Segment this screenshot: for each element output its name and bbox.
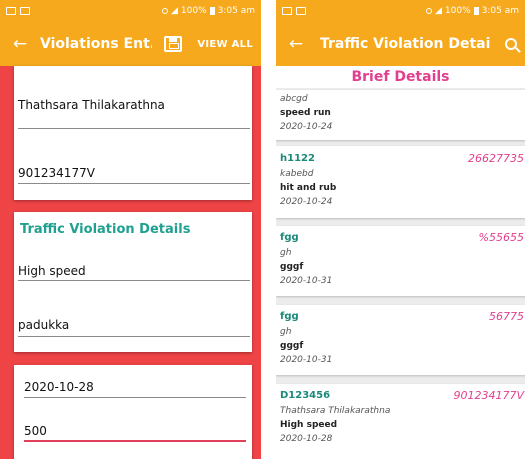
battery-percent: 100% bbox=[444, 6, 471, 16]
battery-icon bbox=[473, 7, 479, 15]
violation-underline bbox=[18, 280, 250, 281]
image-icon bbox=[296, 7, 306, 15]
list-item[interactable]: fgg %55655 gh gggf 2020-10-31 bbox=[276, 226, 525, 296]
violation-entry-screen: ◢ 100% 3:05 am ← Violations Ent... VIEW … bbox=[0, 0, 261, 459]
record-date: 2020-10-31 bbox=[280, 355, 333, 365]
alarm-icon bbox=[425, 8, 432, 14]
record-violation: gggf bbox=[280, 262, 304, 272]
page-title: Violations Ent... bbox=[40, 36, 152, 52]
view-all-button[interactable]: VIEW ALL bbox=[197, 39, 253, 50]
signal-icon: ◢ bbox=[170, 6, 178, 16]
record-date: 2020-10-28 bbox=[280, 434, 333, 444]
location-field[interactable]: padukka bbox=[18, 318, 252, 332]
list-item[interactable]: D123456 901234177V Thathsara Thilakarath… bbox=[276, 384, 525, 459]
list-item[interactable]: fgg 56775 gh gggf 2020-10-31 bbox=[276, 305, 525, 375]
record-code: h1122 bbox=[280, 153, 315, 164]
record-name: gh bbox=[280, 248, 292, 258]
record-name: kabebd bbox=[280, 169, 314, 179]
driver-name-field[interactable]: Thathsara Thilakarathna bbox=[18, 98, 252, 112]
record-number: %55655 bbox=[478, 231, 524, 244]
record-violation: hit and rub bbox=[280, 183, 337, 193]
record-date: 2020-10-24 bbox=[280, 197, 333, 207]
location-underline bbox=[18, 336, 250, 337]
fine-field[interactable]: 500 bbox=[24, 424, 252, 438]
alarm-icon bbox=[161, 8, 168, 14]
page-title: Traffic Violation Details bbox=[320, 36, 490, 52]
nic-field[interactable]: 901234177V bbox=[18, 166, 252, 180]
record-code: fgg bbox=[280, 232, 299, 243]
record-date: 2020-10-24 bbox=[280, 122, 333, 132]
record-date: 2020-10-31 bbox=[280, 276, 333, 286]
search-icon[interactable] bbox=[505, 38, 517, 50]
save-icon[interactable] bbox=[164, 36, 182, 52]
record-code: D123456 bbox=[280, 390, 331, 401]
violation-details-card: Traffic Violation Details High speed pad… bbox=[14, 212, 252, 352]
record-violation: speed run bbox=[280, 108, 331, 118]
driver-name-underline bbox=[18, 128, 250, 129]
image-icon bbox=[20, 7, 30, 15]
status-bar: ◢ 100% 3:05 am bbox=[276, 0, 525, 22]
record-number: 26627735 bbox=[468, 152, 524, 165]
brief-details-heading: Brief Details bbox=[276, 66, 525, 88]
record-name: gh bbox=[280, 327, 292, 337]
gallery-icon bbox=[282, 7, 292, 15]
fine-underline bbox=[24, 440, 246, 442]
list-item[interactable]: h1122 26627735 kabebd hit and rub 2020-1… bbox=[276, 146, 525, 218]
battery-icon bbox=[209, 7, 215, 15]
app-bar: ← Traffic Violation Details bbox=[276, 22, 525, 66]
record-code: fgg bbox=[280, 311, 299, 322]
date-fine-card: 2020-10-28 500 bbox=[14, 365, 252, 459]
record-name: abcgd bbox=[280, 94, 308, 104]
status-time: 3:05 am bbox=[217, 6, 255, 16]
record-number: 901234177V bbox=[453, 389, 524, 402]
back-arrow-icon[interactable]: ← bbox=[0, 34, 40, 54]
violation-field[interactable]: High speed bbox=[18, 264, 252, 278]
nic-underline bbox=[18, 183, 250, 184]
list-item[interactable]: abcgd speed run 2020-10-24 bbox=[276, 90, 525, 140]
date-underline bbox=[24, 397, 246, 398]
record-violation: gggf bbox=[280, 341, 304, 351]
record-violation: High speed bbox=[280, 420, 338, 430]
record-name: Thathsara Thilakarathna bbox=[280, 406, 391, 416]
date-field[interactable]: 2020-10-28 bbox=[24, 380, 252, 394]
status-bar: ◢ 100% 3:05 am bbox=[0, 0, 261, 22]
status-time: 3:05 am bbox=[481, 6, 519, 16]
back-arrow-icon[interactable]: ← bbox=[276, 34, 316, 54]
battery-percent: 100% bbox=[180, 6, 207, 16]
signal-icon: ◢ bbox=[434, 6, 442, 16]
violation-list-screen: ◢ 100% 3:05 am ← Traffic Violation Detai… bbox=[276, 0, 525, 459]
gallery-icon bbox=[6, 7, 16, 15]
section-title: Traffic Violation Details bbox=[20, 222, 191, 237]
driver-details-card: Thathsara Thilakarathna 901234177V bbox=[14, 66, 252, 200]
record-number: 56775 bbox=[489, 310, 524, 323]
app-bar: ← Violations Ent... VIEW ALL bbox=[0, 22, 261, 66]
